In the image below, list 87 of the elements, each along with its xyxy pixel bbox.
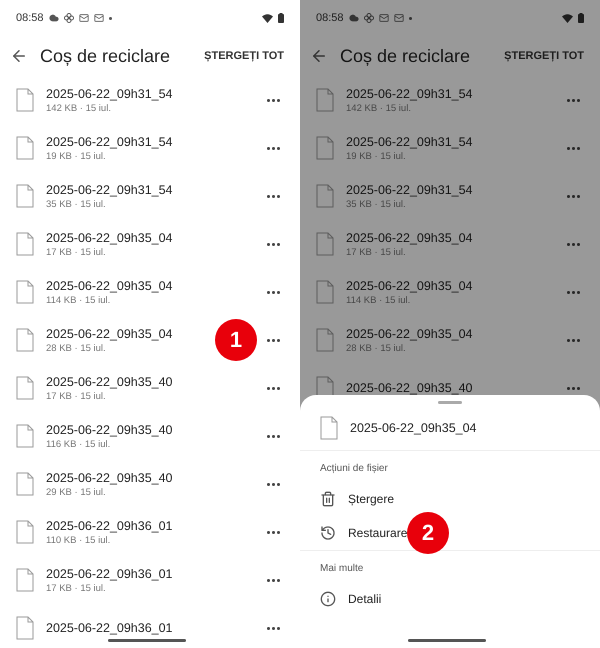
file-icon (316, 136, 334, 160)
file-meta: 17 KB · 15 iul. (46, 390, 106, 402)
mail-icon (378, 13, 389, 23)
file-icon (16, 472, 34, 496)
wifi-icon (262, 14, 273, 22)
file-meta: 17 KB · 15 iul. (46, 246, 106, 258)
file-name: 2025-06-22_09h35_40 (46, 374, 173, 388)
file-icon (316, 328, 334, 352)
screen-title: Coș de reciclare (40, 46, 172, 66)
callout-badge: 1 (215, 319, 257, 361)
file-icon (16, 232, 34, 256)
file-meta: 114 KB · 15 iul. (346, 294, 410, 306)
file-name: 2025-06-22_09h35_04 (46, 278, 173, 292)
delete-all-button[interactable]: ȘTERGEȚI TOT (504, 50, 584, 62)
file-meta: 19 KB · 15 iul. (46, 150, 106, 162)
file-icon (16, 88, 34, 112)
back-button[interactable] (310, 47, 328, 65)
battery-icon (578, 13, 584, 23)
file-meta: 35 KB · 15 iul. (346, 198, 406, 210)
mail-icon (394, 13, 404, 23)
file-meta: 116 KB · 15 iul. (46, 438, 110, 450)
fan-icon (64, 13, 74, 23)
file-icon (16, 136, 34, 160)
trash-icon (320, 491, 336, 507)
file-name: 2025-06-22_09h35_40 (46, 422, 173, 436)
file-icon (16, 376, 34, 400)
file-icon (316, 88, 334, 112)
file-name: 2025-06-22_09h36_01 (46, 518, 173, 532)
file-icon (316, 184, 334, 208)
section-title: Acțiuni de fișier (319, 462, 389, 476)
file-name: 2025-06-22_09h31_54 (346, 134, 473, 148)
file-icon (16, 280, 34, 304)
file-name: 2025-06-22_09h35_04 (346, 278, 473, 292)
battery-icon (278, 13, 284, 23)
file-icon (16, 184, 34, 208)
file-icon (16, 328, 34, 352)
file-icon (316, 280, 334, 304)
file-name: 2025-06-22_09h35_04 (346, 326, 473, 340)
info-icon (320, 591, 336, 607)
status-time: 08:58 (316, 12, 344, 24)
file-name: 2025-06-22_09h31_54 (346, 86, 473, 100)
mail-icon (94, 13, 104, 23)
status-time: 08:58 (16, 12, 44, 24)
file-name: 2025-06-22_09h35_40 (46, 470, 173, 484)
file-name: 2025-06-22_09h35_04 (46, 230, 173, 244)
file-icon (16, 520, 34, 544)
file-name: 2025-06-22_09h35_40 (346, 381, 473, 395)
file-meta: 29 KB · 15 iul. (46, 486, 106, 498)
file-meta: 19 KB · 15 iul. (346, 150, 406, 162)
callout-badge: 2 (407, 512, 449, 554)
file-meta: 17 KB · 15 iul. (46, 582, 106, 594)
mail-icon (78, 13, 89, 23)
file-name: 2025-06-22_09h36_01 (46, 566, 173, 580)
wifi-icon (562, 14, 573, 22)
file-icon (320, 416, 338, 440)
file-meta: 28 KB · 15 iul. (46, 342, 106, 354)
file-icon (16, 568, 34, 592)
cloud-icon (48, 13, 59, 23)
file-name: 2025-06-22_09h31_54 (46, 182, 173, 196)
file-meta: 35 KB · 15 iul. (46, 198, 106, 210)
file-icon (16, 616, 34, 640)
file-meta: 142 KB · 15 iul. (46, 102, 111, 114)
file-meta: 110 KB · 15 iul. (46, 534, 110, 546)
cloud-icon (348, 13, 359, 23)
file-meta: 28 KB · 15 iul. (346, 342, 406, 354)
drag-handle[interactable] (438, 401, 462, 404)
file-name: 2025-06-22_09h35_04 (350, 421, 477, 435)
file-name: 2025-06-22_09h35_04 (46, 326, 173, 340)
history-icon (320, 525, 336, 541)
menu-item[interactable]: Detalii (300, 582, 600, 616)
screen-title: Coș de reciclare (340, 46, 472, 66)
fan-icon (364, 13, 374, 23)
file-meta: 142 KB · 15 iul. (346, 102, 411, 114)
delete-all-button[interactable]: ȘTERGEȚI TOT (204, 50, 284, 62)
file-meta: 17 KB · 15 iul. (346, 246, 406, 258)
back-button[interactable] (10, 47, 28, 65)
dot-icon (108, 16, 112, 20)
file-name: 2025-06-22_09h36_01 (46, 621, 173, 635)
dot-icon (408, 16, 412, 20)
file-name: 2025-06-22_09h35_04 (346, 230, 473, 244)
file-icon (316, 232, 334, 256)
file-name: 2025-06-22_09h31_54 (46, 86, 173, 100)
section-title: Mai multe (319, 562, 364, 576)
file-name: 2025-06-22_09h31_54 (46, 134, 173, 148)
file-meta: 114 KB · 15 iul. (46, 294, 110, 306)
file-icon (16, 424, 34, 448)
file-name: 2025-06-22_09h31_54 (346, 182, 473, 196)
